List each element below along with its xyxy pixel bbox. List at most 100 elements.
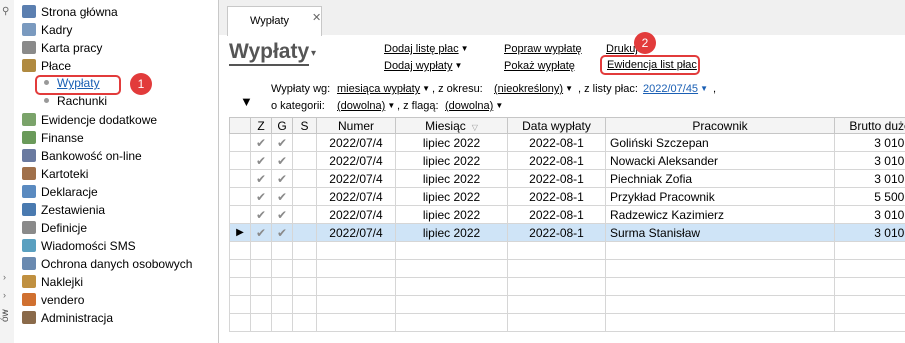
- cell-miesiac: lipiec 2022: [395, 169, 508, 188]
- cell-pracownik: Piechniak Zofia: [605, 169, 835, 188]
- filter-wg-select[interactable]: miesiąca wypłaty ▼: [337, 83, 430, 95]
- nav-item-zestawienia[interactable]: Zestawienia: [22, 201, 105, 219]
- show-payment-link[interactable]: Pokaż wypłatę: [504, 60, 575, 72]
- table-row[interactable]: ▶ ✔ ✔ 2022/07/4 lipiec 2022 2022-08-1 Surma St…: [229, 223, 905, 242]
- check-icon: ✔: [271, 133, 293, 152]
- check-icon: ✔: [250, 223, 272, 242]
- nav-item-ewidencje-dodatkowe[interactable]: Ewidencje dodatkowe: [22, 111, 157, 129]
- empty-cell: [292, 313, 317, 332]
- table-row[interactable]: ✔ ✔ 2022/07/4 lipiec 2022 2022-08-1 Przykład …: [229, 187, 905, 206]
- empty-cell: [271, 295, 293, 314]
- empty-cell: [271, 259, 293, 278]
- nav-subitem-rachunki[interactable]: Rachunki: [44, 93, 107, 110]
- empty-cell: [395, 241, 508, 260]
- check-icon: ✔: [250, 169, 272, 188]
- edit-payment-link[interactable]: Popraw wypłatę: [504, 43, 582, 55]
- add-payroll-list-link[interactable]: Dodaj listę płac ▼: [384, 43, 469, 55]
- empty-cell: [605, 295, 835, 314]
- row-indicator[interactable]: [229, 133, 251, 152]
- cell-s: [292, 169, 317, 188]
- dropdown-arrow-icon: ▼: [495, 101, 504, 110]
- empty-cell: [292, 295, 317, 314]
- payments-table: Z G S Numer Miesiąc ▽ Data wypłaty Pracow…: [229, 117, 905, 343]
- column-header-pracownik[interactable]: Pracownik: [605, 117, 835, 134]
- column-header-g[interactable]: G: [271, 117, 293, 134]
- column-header-z[interactable]: Z: [250, 117, 272, 134]
- empty-cell: [250, 259, 272, 278]
- nav-item-naklejki[interactable]: Naklejki: [22, 273, 83, 291]
- dropdown-arrow-icon: ▼: [387, 101, 396, 110]
- empty-table-row: [229, 259, 905, 278]
- column-header-miesiac[interactable]: Miesiąc ▽: [395, 117, 508, 134]
- nav-item-bankowosc[interactable]: Bankowość on-line: [22, 147, 142, 165]
- cell-pracownik: Przykład Pracownik: [605, 187, 835, 206]
- row-indicator-header: [229, 117, 251, 134]
- filter-okres-select[interactable]: (nieokreślony) ▼: [494, 83, 573, 95]
- empty-cell: [250, 295, 272, 314]
- tab-wyplaty[interactable]: Wypłaty ✕: [227, 6, 322, 36]
- nav-item-definicje[interactable]: Definicje: [22, 219, 87, 237]
- nav-item-finanse[interactable]: Finanse: [22, 129, 84, 147]
- cell-brutto: 3 010,00: [834, 151, 905, 170]
- empty-cell: [395, 295, 508, 314]
- empty-cell: [605, 241, 835, 260]
- chevron-right-icon[interactable]: ›: [3, 290, 6, 300]
- cell-brutto: 5 500,00: [834, 187, 905, 206]
- cell-pracownik: Nowacki Aleksander: [605, 151, 835, 170]
- sms-icon: [22, 239, 36, 252]
- print-link[interactable]: Drukuj: [606, 43, 638, 55]
- cell-s: [292, 151, 317, 170]
- nav-item-ochrona-danych[interactable]: Ochrona danych osobowych: [22, 255, 192, 273]
- cell-brutto: 3 010,00: [834, 223, 905, 242]
- row-indicator[interactable]: [229, 187, 251, 206]
- nav-item-administracja[interactable]: Administracja: [22, 309, 113, 327]
- row-indicator[interactable]: ▶: [229, 223, 251, 242]
- navigation-tree: Strona główna Kadry Karta pracy Płace Wy…: [14, 0, 219, 343]
- row-indicator[interactable]: [229, 205, 251, 224]
- empty-cell: [316, 313, 396, 332]
- table-row[interactable]: ✔ ✔ 2022/07/4 lipiec 2022 2022-08-1 Goliński …: [229, 133, 905, 152]
- filter-lista-select[interactable]: 2022/07/45 ▼: [643, 83, 708, 95]
- toggle-filters-icon[interactable]: ▼: [240, 94, 253, 109]
- table-row[interactable]: ✔ ✔ 2022/07/4 lipiec 2022 2022-08-1 Piechniak…: [229, 169, 905, 188]
- cell-data-wyplaty: 2022-08-1: [507, 133, 606, 152]
- close-icon[interactable]: ✕: [312, 11, 321, 24]
- column-header-s[interactable]: S: [292, 117, 317, 134]
- admin-icon: [22, 311, 36, 324]
- column-header-data-wyplaty[interactable]: Data wypłaty: [507, 117, 606, 134]
- nav-item-vendero[interactable]: vendero: [22, 291, 84, 309]
- empty-cell: [292, 277, 317, 296]
- nav-item-deklaracje[interactable]: Deklaracje: [22, 183, 98, 201]
- filter-kategoria-select[interactable]: (dowolna) ▼: [337, 100, 395, 112]
- add-payments-link[interactable]: Dodaj wypłaty ▼: [384, 60, 462, 72]
- row-indicator[interactable]: [229, 151, 251, 170]
- nav-item-strona-glowna[interactable]: Strona główna: [22, 3, 118, 21]
- home-icon: [22, 5, 36, 18]
- empty-cell: [229, 313, 251, 332]
- nav-item-kadry[interactable]: Kadry: [22, 21, 72, 39]
- nav-item-wiadomosci-sms[interactable]: Wiadomości SMS: [22, 237, 136, 255]
- cell-miesiac: lipiec 2022: [395, 223, 508, 242]
- column-header-numer[interactable]: Numer: [316, 117, 396, 134]
- empty-cell: [834, 259, 905, 278]
- check-icon: ✔: [250, 187, 272, 206]
- table-row[interactable]: ✔ ✔ 2022/07/4 lipiec 2022 2022-08-1 Radzewicz…: [229, 205, 905, 224]
- pin-icon[interactable]: ⚲: [2, 6, 9, 17]
- chevron-right-icon[interactable]: ›: [3, 272, 6, 282]
- nav-item-karta-pracy[interactable]: Karta pracy: [22, 39, 102, 57]
- left-collapse-strip[interactable]: ⚲ › › › ów: [0, 0, 15, 343]
- empty-cell: [605, 313, 835, 332]
- table-row[interactable]: ✔ ✔ 2022/07/4 lipiec 2022 2022-08-1 Nowacki A…: [229, 151, 905, 170]
- page-title[interactable]: Wypłaty: [229, 40, 310, 66]
- chevron-down-icon[interactable]: ▾: [311, 48, 316, 59]
- empty-cell: [395, 277, 508, 296]
- empty-cell: [316, 295, 396, 314]
- cell-miesiac: lipiec 2022: [395, 205, 508, 224]
- filter-flaga-select[interactable]: (dowolna) ▼: [445, 100, 503, 112]
- nav-item-place[interactable]: Płace: [22, 57, 71, 75]
- empty-cell: [605, 259, 835, 278]
- empty-cell: [834, 313, 905, 332]
- row-indicator[interactable]: [229, 169, 251, 188]
- nav-item-kartoteki[interactable]: Kartoteki: [22, 165, 88, 183]
- column-header-brutto[interactable]: Brutto duże: [834, 117, 905, 134]
